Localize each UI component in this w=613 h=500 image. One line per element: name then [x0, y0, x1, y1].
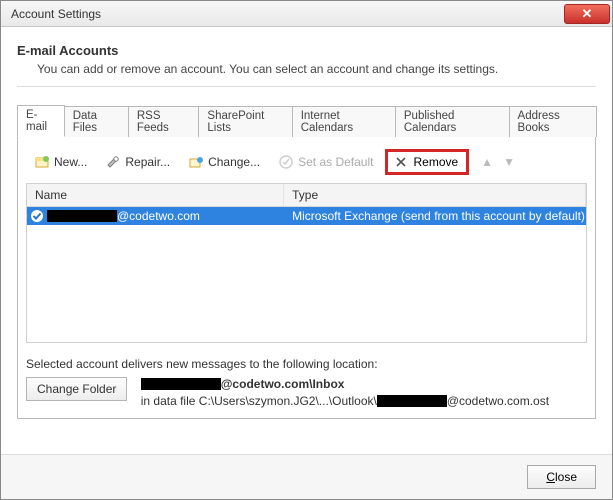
account-settings-window: Account Settings ✕ E-mail Accounts You c… [0, 0, 613, 500]
redacted-text [377, 395, 447, 407]
location-text: @codetwo.com\Inbox in data file C:\Users… [141, 371, 549, 408]
tab-email[interactable]: E-mail [17, 105, 65, 137]
accounts-list: Name Type @codetwo.com Microsoft Exchang… [26, 183, 587, 343]
location-area: Selected account delivers new messages t… [26, 357, 587, 408]
window-title: Account Settings [11, 7, 564, 21]
section-desc: You can add or remove an account. You ca… [17, 62, 596, 86]
col-header-type[interactable]: Type [284, 184, 586, 206]
redacted-text [141, 378, 221, 390]
divider [17, 86, 596, 87]
tab-data-files[interactable]: Data Files [64, 106, 129, 137]
repair-button[interactable]: Repair... [99, 151, 176, 173]
repair-icon [105, 154, 121, 170]
titlebar: Account Settings ✕ [1, 1, 612, 27]
tab-internet-calendars[interactable]: Internet Calendars [292, 106, 396, 137]
change-icon [188, 154, 204, 170]
body: E-mail Accounts You can add or remove an… [1, 27, 612, 454]
location-line2: in data file C:\Users\szymon.JG2\...\Out… [141, 391, 549, 408]
close-icon: ✕ [582, 6, 593, 22]
set-default-label: Set as Default [298, 155, 373, 169]
remove-icon [393, 154, 409, 170]
row-name-suffix: @codetwo.com [117, 209, 200, 223]
redacted-text [47, 210, 117, 222]
default-check-icon [27, 209, 47, 223]
remove-button[interactable]: Remove [385, 149, 469, 175]
toolbar: New... Repair... Change... [26, 145, 587, 183]
location-intro: Selected account delivers new messages t… [26, 357, 587, 371]
reorder-arrows: ▲ ▼ [481, 155, 515, 169]
set-default-button: Set as Default [272, 151, 379, 173]
location-line1-suffix: @codetwo.com\Inbox [221, 377, 345, 391]
check-icon [278, 154, 294, 170]
new-icon [34, 154, 50, 170]
list-row[interactable]: @codetwo.com Microsoft Exchange (send fr… [27, 207, 586, 225]
change-button[interactable]: Change... [182, 151, 266, 173]
remove-label: Remove [413, 155, 458, 169]
location-line1: @codetwo.com\Inbox [141, 377, 549, 391]
location-line2-prefix: in data file C:\Users\szymon.JG2\...\Out… [141, 394, 377, 408]
window-close-button[interactable]: ✕ [564, 4, 610, 24]
arrow-up-icon: ▲ [481, 155, 493, 169]
tab-panel-email: New... Repair... Change... [17, 136, 596, 419]
new-label: New... [54, 155, 87, 169]
close-label-rest: lose [555, 470, 577, 484]
location-line2-suffix: @codetwo.com.ost [447, 394, 549, 408]
footer: Close [1, 454, 612, 499]
change-label: Change... [208, 155, 260, 169]
section-title: E-mail Accounts [17, 41, 596, 62]
row-type: Microsoft Exchange (send from this accou… [284, 209, 586, 223]
change-folder-button[interactable]: Change Folder [26, 377, 127, 401]
col-header-name[interactable]: Name [27, 184, 284, 206]
tab-published-calendars[interactable]: Published Calendars [395, 106, 510, 137]
tab-sharepoint-lists[interactable]: SharePoint Lists [198, 106, 292, 137]
tab-rss-feeds[interactable]: RSS Feeds [128, 106, 200, 137]
tab-strip: E-mail Data Files RSS Feeds SharePoint L… [17, 105, 596, 137]
arrow-down-icon: ▼ [503, 155, 515, 169]
close-button[interactable]: Close [527, 465, 596, 489]
repair-label: Repair... [125, 155, 170, 169]
new-button[interactable]: New... [28, 151, 93, 173]
row-name: @codetwo.com [47, 209, 284, 223]
list-header: Name Type [27, 184, 586, 207]
tab-address-books[interactable]: Address Books [509, 106, 597, 137]
